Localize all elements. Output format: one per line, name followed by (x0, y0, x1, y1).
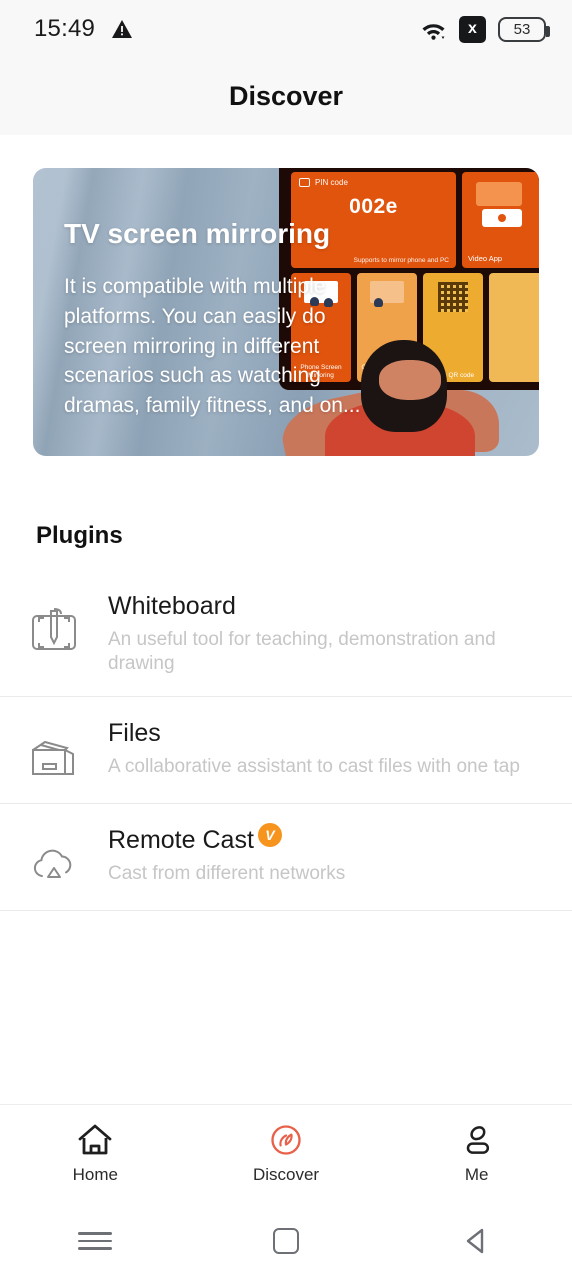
nav-back-button[interactable] (381, 1226, 572, 1256)
wifi-icon (422, 23, 445, 40)
plugin-name-text: Remote Cast (108, 825, 254, 854)
plugin-name-text: Files (108, 718, 161, 747)
plugin-item-whiteboard[interactable]: Whiteboard An useful tool for teaching, … (0, 570, 572, 696)
tv-pin-label: PIN code (315, 178, 348, 187)
tab-label-home: Home (72, 1165, 119, 1184)
plugin-item-remote-cast[interactable]: Remote Cast V Cast from different networ… (0, 802, 572, 910)
pin-screen-icon (299, 178, 310, 187)
video-app-art-2 (482, 209, 522, 227)
banner-text-block: TV screen mirroring It is compatible wit… (64, 218, 394, 421)
tab-me[interactable]: Me (381, 1122, 572, 1185)
plugin-description: An useful tool for teaching, demonstrati… (108, 629, 496, 674)
menu-icon (78, 1227, 113, 1255)
sim-x-label: x (468, 20, 477, 37)
tab-label-me: Me (464, 1165, 489, 1184)
whiteboard-icon (0, 592, 108, 656)
page-header: Discover (0, 58, 572, 135)
tab-discover[interactable]: Discover (191, 1122, 382, 1185)
files-icon (0, 719, 108, 783)
qr-code-art (438, 282, 468, 312)
plugins-list: Whiteboard An useful tool for teaching, … (0, 570, 572, 911)
status-bar: 15:49 x 53 (0, 0, 572, 58)
status-bar-left: 15:49 (34, 15, 133, 43)
banner-description: It is compatible with multiple platforms… (64, 275, 361, 418)
plugin-name: Remote Cast V (108, 823, 548, 855)
warning-triangle-icon (112, 20, 133, 38)
vip-badge: V (257, 823, 282, 847)
plugin-name-text: Whiteboard (108, 592, 236, 620)
plugin-item-files[interactable]: Files A collaborative assistant to cast … (0, 695, 572, 803)
compass-icon (271, 1125, 301, 1155)
bottom-tab-bar: Home Discover Me (0, 1104, 572, 1202)
video-app-art (476, 182, 522, 206)
home-icon (78, 1124, 112, 1155)
tv-tile-video-app: Video App (462, 172, 539, 268)
page-title: Discover (228, 81, 344, 111)
status-time: 15:49 (34, 15, 96, 42)
plugin-description: A collaborative assistant to cast files … (108, 755, 520, 777)
nav-recents-button[interactable] (0, 1227, 191, 1255)
tab-home[interactable]: Home (0, 1122, 191, 1185)
banner-title: TV screen mirroring (64, 218, 331, 249)
plugin-name: Whiteboard (108, 592, 548, 621)
status-bar-right: x 53 (420, 15, 550, 43)
system-navigation-bar (0, 1202, 572, 1280)
promo-banner-card[interactable]: PIN code 002e Supports to mirror phone a… (33, 168, 539, 456)
person-icon (466, 1126, 489, 1154)
cloud-upload-icon (0, 826, 108, 890)
tab-label-discover: Discover (252, 1165, 320, 1184)
square-icon (273, 1228, 299, 1254)
plugins-section-title: Plugins (36, 522, 123, 549)
battery-indicator: 53 (498, 16, 550, 42)
battery-level: 53 (513, 20, 531, 38)
app-screen: 15:49 x 53 Discover PIN code 002e Suppor… (0, 0, 572, 1280)
tv-video-app-label: Video App (468, 254, 503, 263)
no-sim-icon: x (459, 15, 486, 43)
plugin-description: Cast from different networks (108, 862, 346, 884)
tv-pin-code: 002e (349, 195, 398, 218)
triangle-back-icon (466, 1228, 483, 1254)
promo-banner[interactable]: PIN code 002e Supports to mirror phone a… (33, 168, 539, 456)
nav-home-button[interactable] (191, 1228, 382, 1254)
plugin-name: Files (108, 719, 548, 748)
